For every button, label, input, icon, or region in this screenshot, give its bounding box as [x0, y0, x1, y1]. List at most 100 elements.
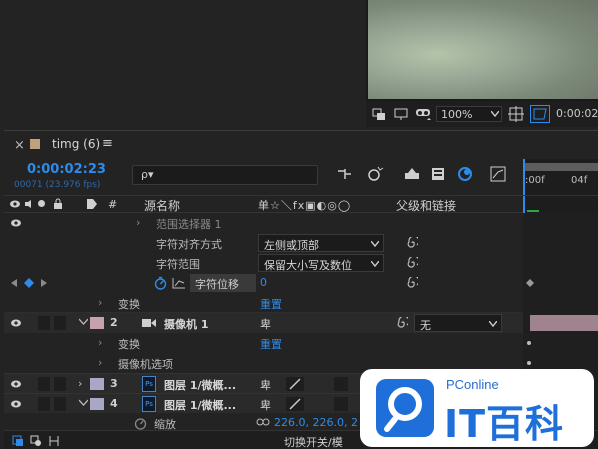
snapshot-icon[interactable]: [372, 107, 386, 121]
chevron-down-icon[interactable]: [79, 399, 88, 406]
current-timecode[interactable]: 0:00:02:23: [27, 162, 106, 177]
eye-icon[interactable]: [9, 199, 21, 209]
expand-arrow[interactable]: ›: [98, 296, 102, 309]
expand-arrow[interactable]: ›: [98, 356, 102, 369]
parent-value: 无: [420, 319, 431, 332]
lock-toggle[interactable]: [54, 316, 66, 330]
photoshop-file-icon: Ps: [142, 396, 156, 412]
solo-toggle[interactable]: [38, 377, 50, 391]
label-color-swatch[interactable]: [90, 378, 104, 390]
quality-toggle[interactable]: [286, 377, 304, 391]
comp-flowchart-icon[interactable]: [337, 167, 353, 181]
label-color-swatch[interactable]: [90, 398, 104, 410]
char-range-dropdown[interactable]: 保留大小写及数位: [258, 254, 384, 272]
expand-arrow[interactable]: ›: [98, 336, 102, 349]
transform-label[interactable]: 变换: [118, 296, 140, 312]
next-keyframe-icon[interactable]: [40, 279, 48, 287]
transfer-controls-icon[interactable]: [30, 435, 42, 447]
solo-toggle[interactable]: [38, 397, 50, 411]
expression-pickwhip-icon[interactable]: [406, 237, 418, 249]
stopwatch-icon[interactable]: [154, 276, 167, 290]
layer-name[interactable]: 图层 1/微概...: [164, 377, 236, 393]
transform-label[interactable]: 变换: [118, 336, 140, 352]
eye-toggle[interactable]: [10, 379, 22, 389]
motion-blur-icon[interactable]: [457, 165, 473, 183]
label-tag-icon[interactable]: [86, 198, 98, 210]
switch-slot[interactable]: [334, 397, 348, 411]
add-keyframe-icon[interactable]: [24, 278, 34, 288]
char-offset-value[interactable]: 0: [260, 276, 267, 289]
lock-toggle[interactable]: [54, 397, 66, 411]
prev-keyframe-icon[interactable]: [10, 279, 18, 287]
draft-3d-icon[interactable]: [367, 165, 385, 183]
reset-link[interactable]: 重置: [260, 336, 282, 352]
expand-arrow[interactable]: ›: [136, 216, 140, 229]
graph-editor-icon[interactable]: [490, 166, 506, 182]
column-headers: # 源名称 单☆＼fx▣◐◎◯ 父级和链接: [4, 195, 523, 213]
chevron-down-icon[interactable]: [79, 318, 88, 325]
layer-row-camera[interactable]: 2 摄像机 1 卑 无: [4, 313, 523, 333]
camera-options-label[interactable]: 摄像机选项: [118, 356, 173, 372]
solo-toggle[interactable]: [38, 316, 50, 330]
close-icon[interactable]: ×: [14, 138, 25, 153]
audio-icon[interactable]: [24, 199, 34, 209]
grid-guide-icon[interactable]: [508, 106, 524, 122]
switch-slot[interactable]: [334, 377, 348, 391]
expression-pickwhip-icon[interactable]: [406, 257, 418, 269]
layer-search-input[interactable]: ρ▾: [132, 165, 318, 185]
playhead-line: [523, 196, 525, 214]
stopwatch-icon[interactable]: [134, 416, 147, 430]
column-parent-link[interactable]: 父级和链接: [396, 197, 456, 214]
row-char-offset: 字符位移 0: [4, 273, 523, 293]
switch-icon[interactable]: 卑: [260, 397, 271, 413]
eye-toggle[interactable]: [10, 399, 22, 409]
lock-icon[interactable]: [53, 198, 63, 210]
range-selector-label[interactable]: 范围选择器 1: [156, 216, 222, 232]
switch-icon[interactable]: 卑: [260, 377, 271, 393]
label-color-swatch[interactable]: [90, 317, 104, 329]
layer-name[interactable]: 图层 1/微概...: [164, 397, 236, 413]
keyframe-marker[interactable]: [526, 279, 534, 287]
frame-blending-icon[interactable]: [431, 166, 445, 182]
shy-layers-icon[interactable]: [404, 167, 420, 181]
search-icon: ρ▾: [141, 168, 154, 181]
parent-pickwhip-icon[interactable]: [396, 317, 408, 329]
char-offset-field[interactable]: 字符位移: [190, 274, 256, 292]
camera-layer-bar[interactable]: [530, 315, 598, 331]
eye-toggle[interactable]: [10, 218, 22, 228]
column-source-name[interactable]: 源名称: [144, 197, 180, 214]
solo-icon[interactable]: [38, 200, 45, 207]
layer-name[interactable]: 摄像机 1: [164, 316, 208, 332]
eye-toggle[interactable]: [10, 318, 22, 328]
tab-title[interactable]: timg (6): [52, 137, 100, 151]
graph-icon[interactable]: [172, 277, 186, 289]
layer-switches-icon[interactable]: [12, 435, 24, 447]
layer-number: 4: [110, 397, 118, 410]
layer-number: 3: [110, 377, 118, 390]
zoom-dropdown[interactable]: 100%: [436, 106, 502, 122]
quality-toggle[interactable]: [286, 397, 304, 411]
expand-arrow[interactable]: ›: [78, 377, 82, 390]
link-icon[interactable]: [256, 417, 270, 427]
frame-info: 00071 (23.976 fps): [14, 180, 101, 190]
lock-toggle[interactable]: [54, 377, 66, 391]
after-effects-window: 100% 0:00:02: × timg (6) ≡ 0:00:02:23 00…: [0, 0, 598, 449]
scale-value[interactable]: 226.0, 226.0, 2: [274, 416, 358, 429]
expression-pickwhip-icon[interactable]: [406, 277, 418, 289]
monitor-icon[interactable]: [394, 107, 408, 121]
region-of-interest-icon[interactable]: [530, 105, 550, 123]
panel-menu-icon[interactable]: ≡: [102, 136, 113, 151]
viewer-timecode: 0:00:02:: [556, 107, 598, 120]
photoshop-file-icon: Ps: [142, 376, 156, 392]
time-ruler[interactable]: :00f 04f: [523, 159, 598, 195]
playhead[interactable]: [523, 159, 525, 195]
toggle-switches-modes[interactable]: 切换开关/模: [284, 434, 343, 449]
work-area-bar[interactable]: [525, 163, 598, 171]
reset-link[interactable]: 重置: [260, 296, 282, 312]
column-switches[interactable]: 单☆＼fx▣◐◎◯: [258, 197, 351, 213]
parent-dropdown[interactable]: 无: [414, 314, 502, 332]
vr-mask-icon[interactable]: [415, 106, 433, 122]
char-align-dropdown[interactable]: 左侧或顶部: [258, 234, 384, 252]
in-out-icon[interactable]: [48, 435, 60, 447]
switch-icon[interactable]: 卑: [260, 316, 271, 332]
